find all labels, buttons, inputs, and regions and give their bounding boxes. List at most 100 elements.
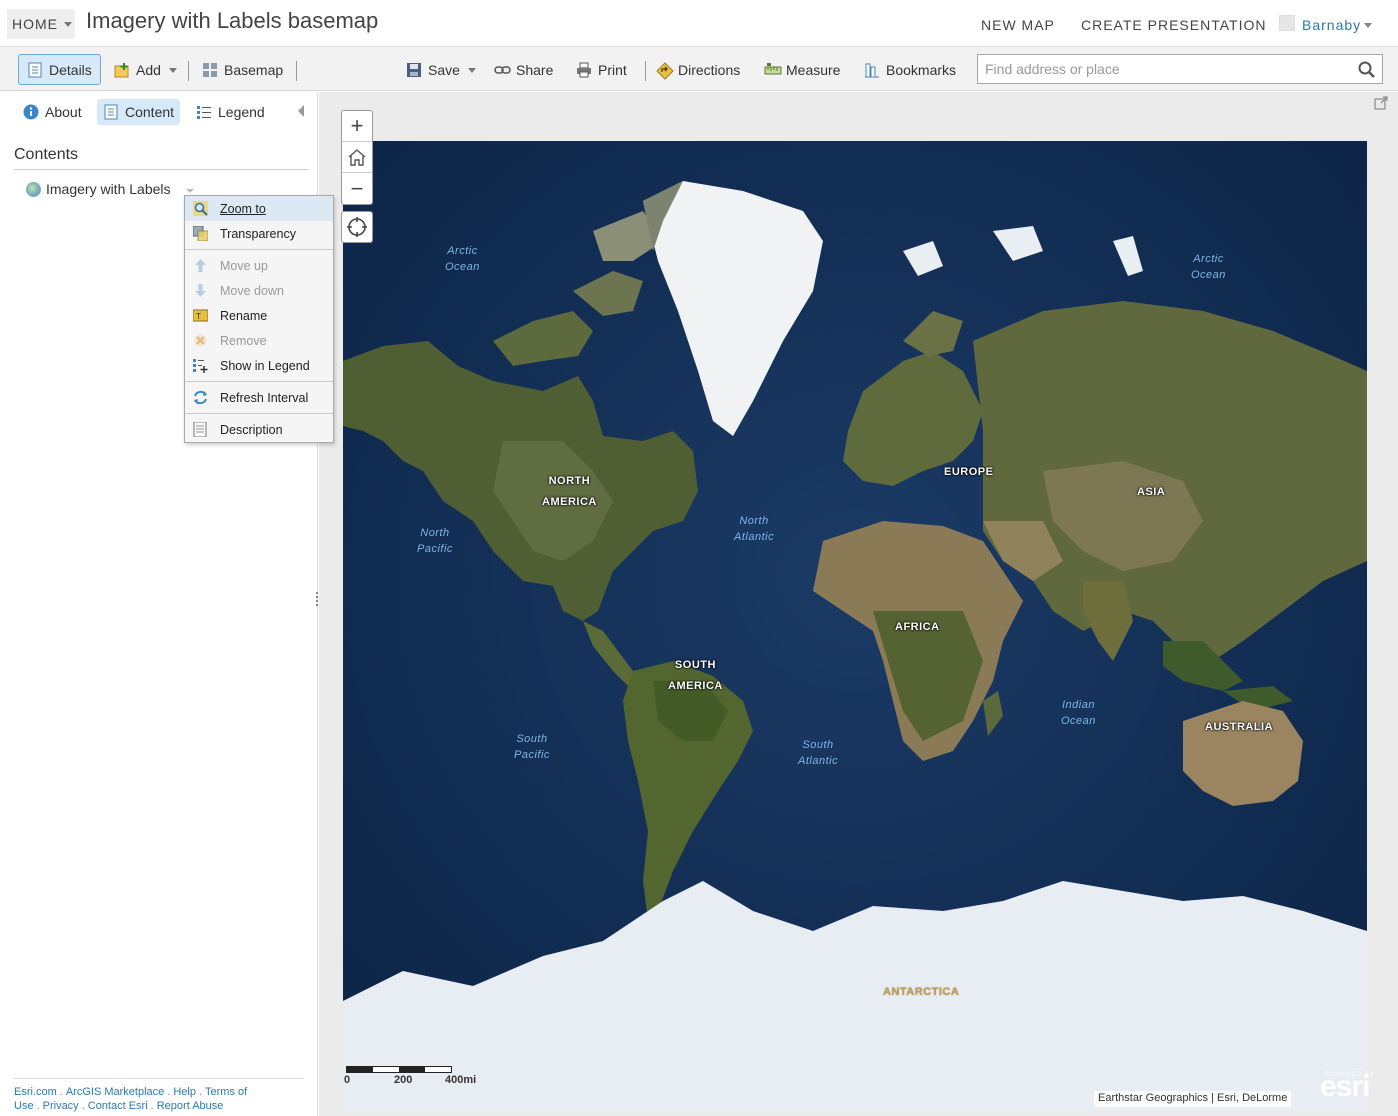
zoom-in-button[interactable]: + [342,111,372,142]
footer-contact-link[interactable]: Contact Esri [88,1100,148,1112]
layer-options-chevron-icon[interactable] [186,189,194,193]
footer-marketplace-link[interactable]: ArcGIS Marketplace [66,1086,164,1098]
transparency-icon [192,225,209,242]
expand-map-icon[interactable] [1374,96,1388,110]
svg-text:T: T [195,312,201,321]
label-arctic-ocean-west: Arctic Ocean [445,245,480,273]
locate-button[interactable] [341,211,373,243]
legend-list-icon [196,104,212,120]
label-indian-ocean: Indian Ocean [1061,699,1096,727]
search-input[interactable] [978,55,1348,83]
label-arctic-ocean-east: Arctic Ocean [1191,253,1226,281]
collapse-panel-icon[interactable] [298,105,304,117]
world-imagery [343,141,1367,1111]
panel-resize-handle[interactable] [316,592,318,606]
new-map-link[interactable]: NEW MAP [981,17,1055,33]
label-africa: AFRICA [895,621,940,633]
create-presentation-link[interactable]: CREATE PRESENTATION [1081,17,1266,33]
label-asia: ASIA [1137,486,1166,498]
home-label: HOME [12,16,58,32]
layer-item[interactable]: Imagery with Labels [26,181,171,197]
label-europe: EUROPE [944,466,994,478]
menu-item-remove[interactable]: Remove [185,328,333,353]
tab-content-label: Content [125,104,175,120]
label-australia: AUSTRALIA [1205,721,1274,733]
details-icon [27,62,43,78]
add-button[interactable]: Add [114,55,177,85]
refresh-icon [193,390,208,405]
menu-item-refresh-interval[interactable]: Refresh Interval [185,385,333,410]
menu-divider [185,413,333,414]
tab-about-label: About [45,104,82,120]
menu-item-transparency[interactable]: Transparency [185,221,333,246]
esri-logo-text: esri [1320,1070,1370,1103]
search-icon[interactable] [1358,61,1376,79]
zoom-to-icon [193,201,208,216]
toolbar-divider [645,61,646,81]
map-container: NORTH AMERICA SOUTH AMERICA EUROPE ASIA AF… [319,92,1398,1116]
save-button[interactable]: Save [406,55,476,85]
directions-button[interactable]: Directions [656,55,740,85]
toolbar-divider [188,61,189,81]
globe-icon [26,181,41,197]
home-menu-button[interactable]: HOME [7,9,75,39]
home-icon [348,149,366,166]
add-label: Add [136,62,161,78]
footer-esri-link[interactable]: Esri.com [14,1086,57,1098]
label-south-america: SOUTH AMERICA [668,659,723,692]
chevron-down-icon [467,67,476,73]
menu-divider [185,381,333,382]
menu-item-zoom-to[interactable]: Zoom to [185,196,333,221]
printer-icon [576,62,592,78]
chevron-down-icon [168,67,177,73]
label-antarctica: ANTARCTICA [883,986,960,998]
scale-bar-graphic [346,1066,452,1073]
top-header: HOME Imagery with Labels basemap NEW MAP… [0,0,1398,46]
remove-icon [193,333,208,348]
footer-privacy-link[interactable]: Privacy [43,1100,79,1112]
map-attribution[interactable]: Earthstar Geographics | Esri, DeLorme [1094,1091,1292,1107]
share-button[interactable]: Share [494,55,553,85]
avatar[interactable] [1279,15,1295,31]
chevron-down-icon[interactable] [1364,23,1372,28]
scale-label-mid: 200 [394,1074,413,1086]
footer-help-link[interactable]: Help [173,1086,196,1098]
bookmark-icon [864,62,880,78]
scale-label-zero: 0 [344,1074,351,1086]
basemap-button[interactable]: Basemap [202,55,283,85]
print-label: Print [598,62,627,78]
crosshair-icon [347,217,367,237]
document-icon [193,421,208,438]
zoom-out-button[interactable]: − [342,173,372,204]
menu-item-description[interactable]: Description [185,417,333,442]
measure-button[interactable]: Measure [764,55,840,85]
layer-context-menu: Zoom to Transparency Move up Move down T… [184,195,334,443]
menu-item-show-in-legend[interactable]: Show in Legend [185,353,333,378]
footer-report-link[interactable]: Report Abuse [157,1100,224,1112]
tab-content[interactable]: Content [97,99,181,125]
arrow-up-icon [193,258,208,273]
bookmarks-button[interactable]: Bookmarks [864,55,956,85]
label-south-atlantic: South Atlantic [798,739,839,767]
zoom-control: + − [341,110,373,205]
add-icon [114,62,130,78]
map-view[interactable]: NORTH AMERICA SOUTH AMERICA EUROPE ASIA AF… [343,141,1367,1111]
details-button[interactable]: Details [18,54,101,85]
home-extent-button[interactable] [342,142,372,173]
search-box [977,54,1383,84]
link-icon [494,62,511,78]
directions-icon [656,62,674,80]
user-menu[interactable]: Barnaby [1302,17,1361,33]
menu-item-move-up[interactable]: Move up [185,253,333,278]
tab-legend[interactable]: Legend [190,99,271,125]
print-button[interactable]: Print [576,55,627,85]
menu-divider [185,249,333,250]
menu-item-move-down[interactable]: Move down [185,278,333,303]
arrow-down-icon [193,283,208,298]
scale-label-max: 400mi [445,1074,477,1086]
menu-item-rename[interactable]: T Rename [185,303,333,328]
legend-add-icon [193,358,208,373]
tab-about[interactable]: About [17,99,88,125]
save-disk-icon [406,62,422,78]
label-north-pacific: North Pacific [417,527,453,555]
